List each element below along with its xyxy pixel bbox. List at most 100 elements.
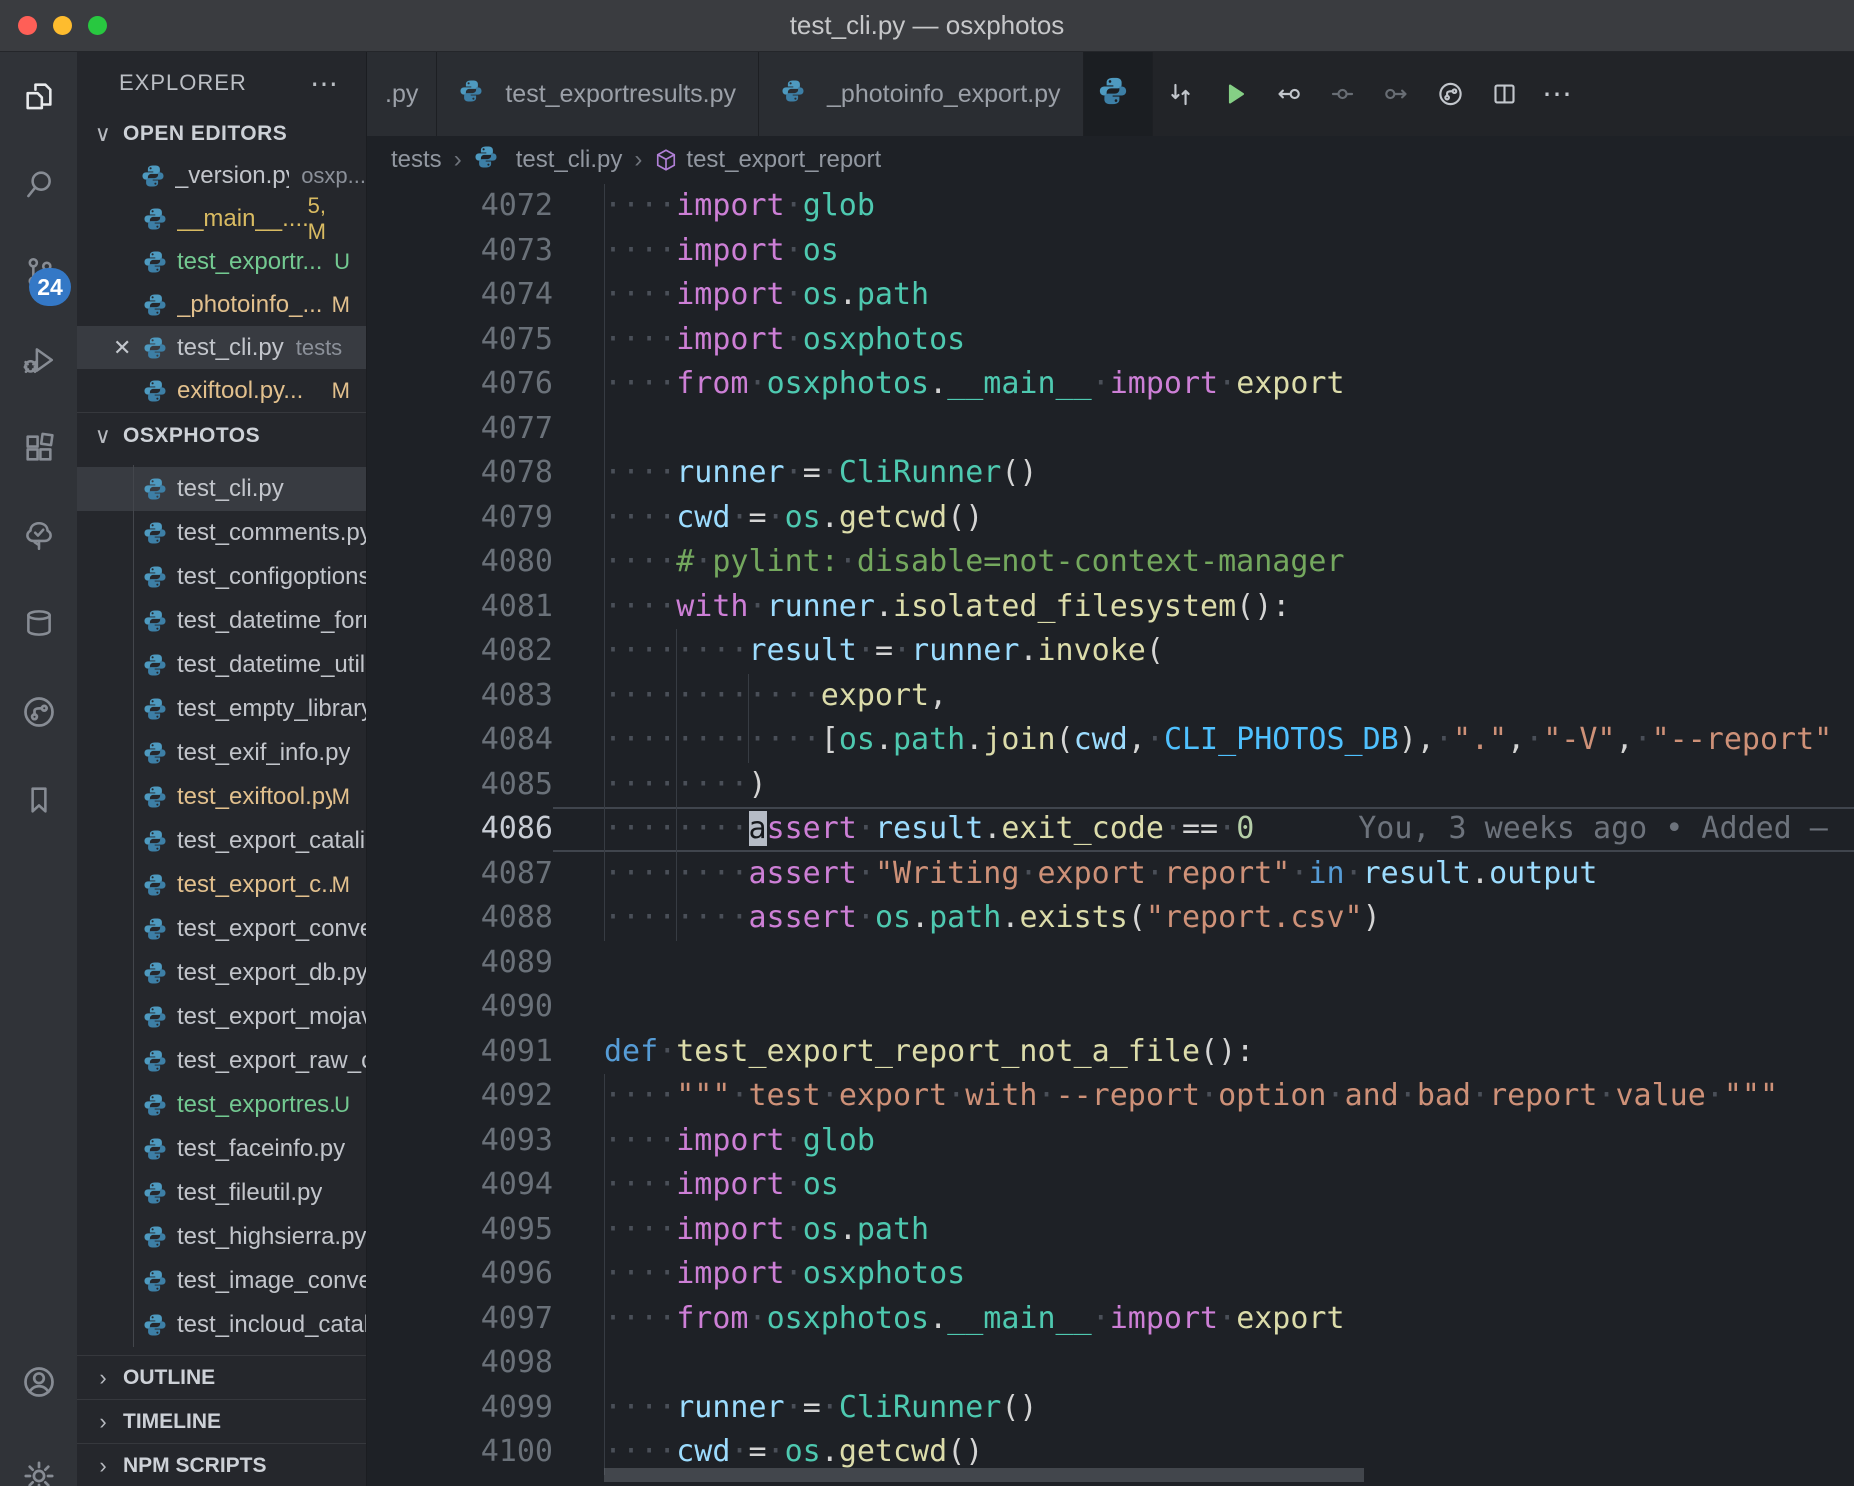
line-number[interactable]: 4092 [367, 1074, 553, 1119]
minimize-window-button[interactable] [53, 16, 72, 35]
line-number[interactable]: 4082 [367, 629, 553, 674]
settings-gear-icon[interactable] [0, 1432, 77, 1486]
file-tree-item[interactable]: test_faceinfo.py [77, 1127, 366, 1171]
file-tree-item[interactable]: test_empty_library_... [77, 687, 366, 731]
gitlens-graph-icon[interactable] [1437, 81, 1464, 108]
file-tree-item[interactable]: test_datetime_form... [77, 599, 366, 643]
previous-change-icon[interactable] [1275, 81, 1302, 108]
line-number[interactable]: 4096 [367, 1252, 553, 1297]
file-tree-item[interactable]: test_datetime_utils.... [77, 643, 366, 687]
sidebar-more-actions-icon[interactable]: ⋯ [310, 67, 340, 100]
file-tree-item[interactable]: test_export_mojave... [77, 995, 366, 1039]
source-control-icon[interactable]: 24 [0, 228, 77, 316]
extensions-icon[interactable] [0, 404, 77, 492]
breadcrumb-item-file[interactable]: test_cli.py [474, 145, 623, 176]
code-line[interactable]: 4088········assert·os.path.exists("repor… [367, 896, 1854, 941]
file-tree-item[interactable]: test_export_raw_ca... [77, 1039, 366, 1083]
line-number[interactable]: 4076 [367, 362, 553, 407]
file-tree-item[interactable]: test_export_c...M [77, 863, 366, 907]
line-number[interactable]: 4075 [367, 318, 553, 363]
code-line[interactable]: 4072····import·glob [367, 184, 1854, 229]
file-tree-item[interactable]: test_incloud_catali... [77, 1303, 366, 1347]
code-line[interactable]: 4091def·test_export_report_not_a_file(): [367, 1030, 1854, 1075]
code-line[interactable]: 4082········result·=·runner.invoke( [367, 629, 1854, 674]
search-icon[interactable] [0, 140, 77, 228]
line-number[interactable]: 4079 [367, 496, 553, 541]
line-number[interactable]: 4074 [367, 273, 553, 318]
line-number[interactable]: 4087 [367, 852, 553, 897]
file-tree-item[interactable]: test_exif_info.py [77, 731, 366, 775]
tab-test-exportresults[interactable]: test_exportresults.py [437, 52, 759, 136]
code-line[interactable]: 4073····import·os [367, 229, 1854, 274]
code-line[interactable]: 4081····with·runner.isolated_filesystem(… [367, 585, 1854, 630]
code-line[interactable]: 4092····"""·test·export·with·--report·op… [367, 1074, 1854, 1119]
line-number[interactable]: 4072 [367, 184, 553, 229]
line-number[interactable]: 4077 [367, 407, 553, 452]
run-file-icon[interactable] [1221, 81, 1248, 108]
code-line[interactable]: 4089 [367, 941, 1854, 986]
file-tree-item[interactable]: test_fileutil.py [77, 1171, 366, 1215]
sidebar-section-outline[interactable]: ›OUTLINE [77, 1355, 366, 1399]
open-editors-header[interactable]: ∨ OPEN EDITORS [77, 114, 366, 154]
line-number[interactable]: 4078 [367, 451, 553, 496]
file-tree-item[interactable]: test_exportres...U [77, 1083, 366, 1127]
testing-tree-icon[interactable] [0, 492, 77, 580]
tab-test-cli[interactable]: .py [367, 52, 437, 136]
open-editor-item[interactable]: ✕ test_cli.pytests [77, 326, 366, 369]
tab-photoinfo-export[interactable]: _photoinfo_export.py [759, 52, 1084, 136]
file-tree-item[interactable]: test_configoptions.... [77, 555, 366, 599]
code-line[interactable]: 4080····#·pylint:·disable=not-context-ma… [367, 540, 1854, 585]
line-number[interactable]: 4080 [367, 540, 553, 585]
line-number[interactable]: 4086 [367, 807, 553, 852]
line-number[interactable]: 4093 [367, 1119, 553, 1164]
line-number[interactable]: 4091 [367, 1030, 553, 1075]
open-editor-item[interactable]: __main__....5, M [77, 197, 366, 240]
code-line[interactable]: 4096····import·osxphotos [367, 1252, 1854, 1297]
code-line[interactable]: 4098 [367, 1341, 1854, 1386]
open-editor-item[interactable]: exiftool.py...M [77, 369, 366, 412]
line-number[interactable]: 4085 [367, 763, 553, 808]
code-line[interactable]: 4085········) [367, 763, 1854, 808]
line-number[interactable]: 4083 [367, 674, 553, 719]
bookmarks-icon[interactable] [0, 756, 77, 844]
code-editor[interactable]: 4072····import·glob4073····import·os4074… [367, 184, 1854, 1486]
breadcrumb-item-symbol[interactable]: test_export_report [654, 146, 881, 174]
code-line[interactable]: 4083············export, [367, 674, 1854, 719]
code-line[interactable]: 4087········assert·"Writing·export·repor… [367, 852, 1854, 897]
code-line[interactable]: 4076····from·osxphotos.__main__·import·e… [367, 362, 1854, 407]
line-number[interactable]: 4100 [367, 1430, 553, 1475]
code-line[interactable]: 4090 [367, 985, 1854, 1030]
line-number[interactable]: 4097 [367, 1297, 553, 1342]
database-icon[interactable] [0, 580, 77, 668]
zoom-window-button[interactable] [88, 16, 107, 35]
next-change-icon[interactable] [1383, 81, 1410, 108]
code-line[interactable]: 4084············[os.path.join(cwd,·CLI_P… [367, 718, 1854, 763]
file-tree-item[interactable]: test_export_db.py [77, 951, 366, 995]
file-tree-item[interactable]: test_exiftool.pyM [77, 775, 366, 819]
split-editor-icon[interactable] [1491, 81, 1518, 108]
open-changes-icon[interactable] [1167, 81, 1194, 108]
close-icon[interactable]: ✕ [113, 335, 143, 361]
line-number[interactable]: 4090 [367, 985, 553, 1030]
open-editor-item[interactable]: _version.pyosxp... [77, 154, 366, 197]
line-number[interactable]: 4081 [367, 585, 553, 630]
horizontal-scrollbar[interactable] [604, 1468, 1364, 1482]
code-line[interactable]: 4086········assert·result.exit_code·==·0… [367, 807, 1854, 852]
run-and-debug-icon[interactable] [0, 316, 77, 404]
code-line[interactable]: 4097····from·osxphotos.__main__·import·e… [367, 1297, 1854, 1342]
python-interpreter-button[interactable] [1084, 52, 1153, 136]
file-tree-item[interactable]: test_comments.py [77, 511, 366, 555]
code-line[interactable]: 4095····import·os.path [367, 1208, 1854, 1253]
code-line[interactable]: 4077 [367, 407, 1854, 452]
file-tree-item[interactable]: test_export_conver... [77, 907, 366, 951]
breadcrumb-item-tests[interactable]: tests [391, 146, 442, 174]
code-line[interactable]: 4093····import·glob [367, 1119, 1854, 1164]
line-number[interactable]: 4099 [367, 1386, 553, 1431]
file-tree-item[interactable]: test_export_catalin... [77, 819, 366, 863]
line-number[interactable]: 4098 [367, 1341, 553, 1386]
code-line[interactable]: 4078····runner·=·CliRunner() [367, 451, 1854, 496]
gitlens-icon[interactable] [0, 668, 77, 756]
code-line[interactable]: 4074····import·os.path [367, 273, 1854, 318]
file-tree-item[interactable]: test_highsierra.py [77, 1215, 366, 1259]
current-change-icon[interactable] [1329, 81, 1356, 108]
